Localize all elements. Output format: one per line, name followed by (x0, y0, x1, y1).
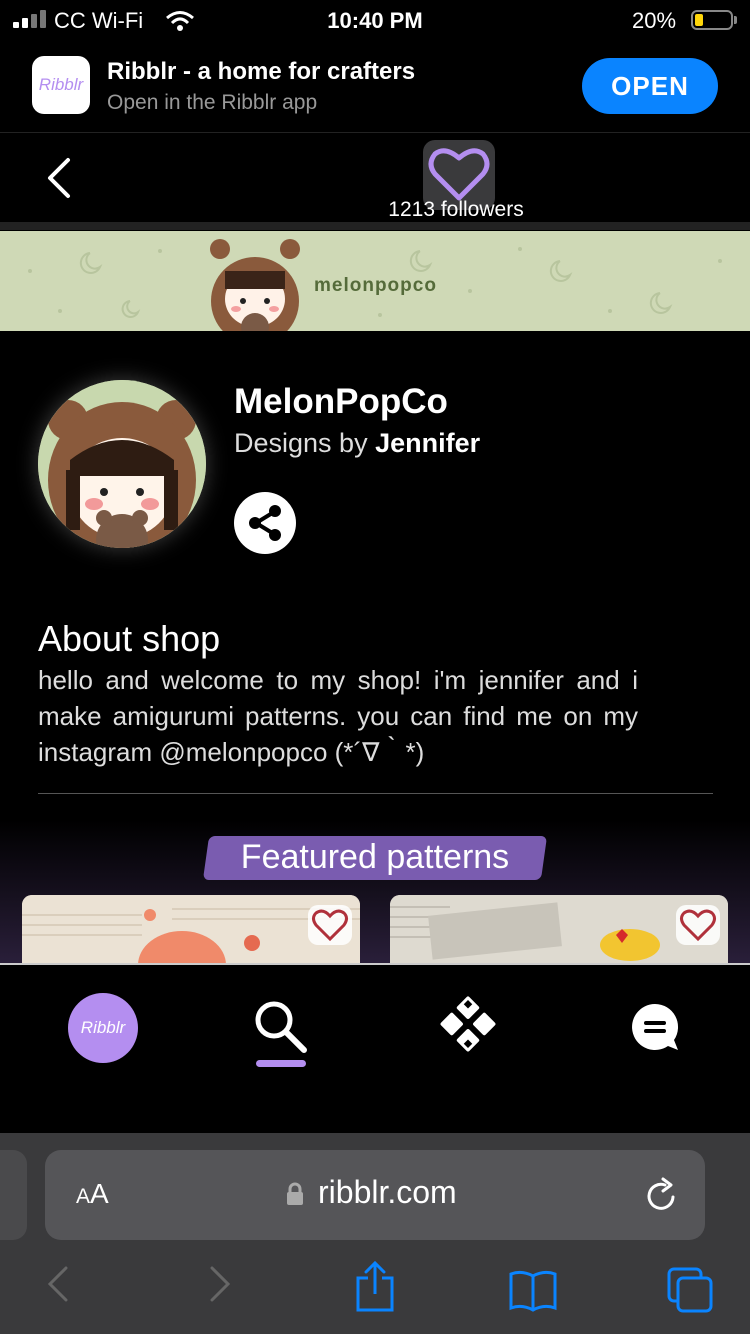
previous-tab-peek[interactable] (0, 1150, 27, 1240)
patterns-icon[interactable] (440, 996, 496, 1052)
share-button[interactable] (234, 492, 296, 554)
app-banner-subtitle: Open in the Ribblr app (107, 91, 318, 114)
ribblr-app-icon: Ribblr (32, 56, 90, 114)
app-banner-title: Ribblr - a home for crafters (107, 58, 416, 85)
large-a: A (90, 1178, 109, 1209)
pattern-card[interactable] (22, 895, 360, 965)
reader-text-size-button[interactable]: AA (76, 1178, 109, 1210)
heart-outline-icon (680, 909, 716, 942)
browser-back-icon[interactable] (44, 1264, 74, 1304)
reload-icon[interactable] (645, 1177, 679, 1213)
share-sheet-icon[interactable] (354, 1260, 396, 1314)
tab-home[interactable]: Ribblr (68, 993, 138, 1063)
browser-forward-icon[interactable] (204, 1264, 234, 1304)
pattern-card[interactable] (390, 895, 728, 965)
tabs-icon[interactable] (666, 1266, 714, 1314)
designer-name: Jennifer (375, 428, 481, 458)
favorite-button[interactable] (676, 905, 720, 945)
about-divider (38, 793, 713, 794)
chat-bubble-icon[interactable] (628, 1000, 682, 1054)
url-text: ribblr.com (318, 1174, 457, 1210)
shop-avatar (38, 380, 206, 548)
follower-count: 1213 followers (388, 198, 524, 221)
back-chevron-icon[interactable] (40, 156, 80, 200)
shop-name: MelonPopCo (234, 382, 448, 421)
small-a: A (76, 1185, 91, 1208)
battery-tip (734, 16, 737, 24)
lock-icon (287, 1182, 303, 1205)
battery-percent: 20% (632, 8, 677, 33)
favorite-button[interactable] (308, 905, 352, 945)
bookmarks-icon[interactable] (508, 1268, 558, 1312)
battery-icon (691, 10, 733, 30)
avatar-image (38, 380, 206, 548)
tagline-prefix: Designs by (234, 428, 376, 458)
share-icon (249, 505, 281, 541)
shop-tagline: Designs by Jennifer (234, 428, 480, 459)
header-divider (0, 222, 750, 230)
about-title: About shop (38, 618, 221, 659)
about-text: hello and welcome to my shop! i'm jennif… (38, 665, 638, 767)
open-app-button[interactable]: OPEN (582, 58, 718, 114)
heart-outline-icon (312, 909, 348, 942)
banner-shop-name: melonpopco (314, 275, 437, 296)
search-icon[interactable] (250, 996, 310, 1056)
featured-title: Featured patterns (240, 838, 510, 876)
active-tab-indicator (256, 1060, 306, 1067)
